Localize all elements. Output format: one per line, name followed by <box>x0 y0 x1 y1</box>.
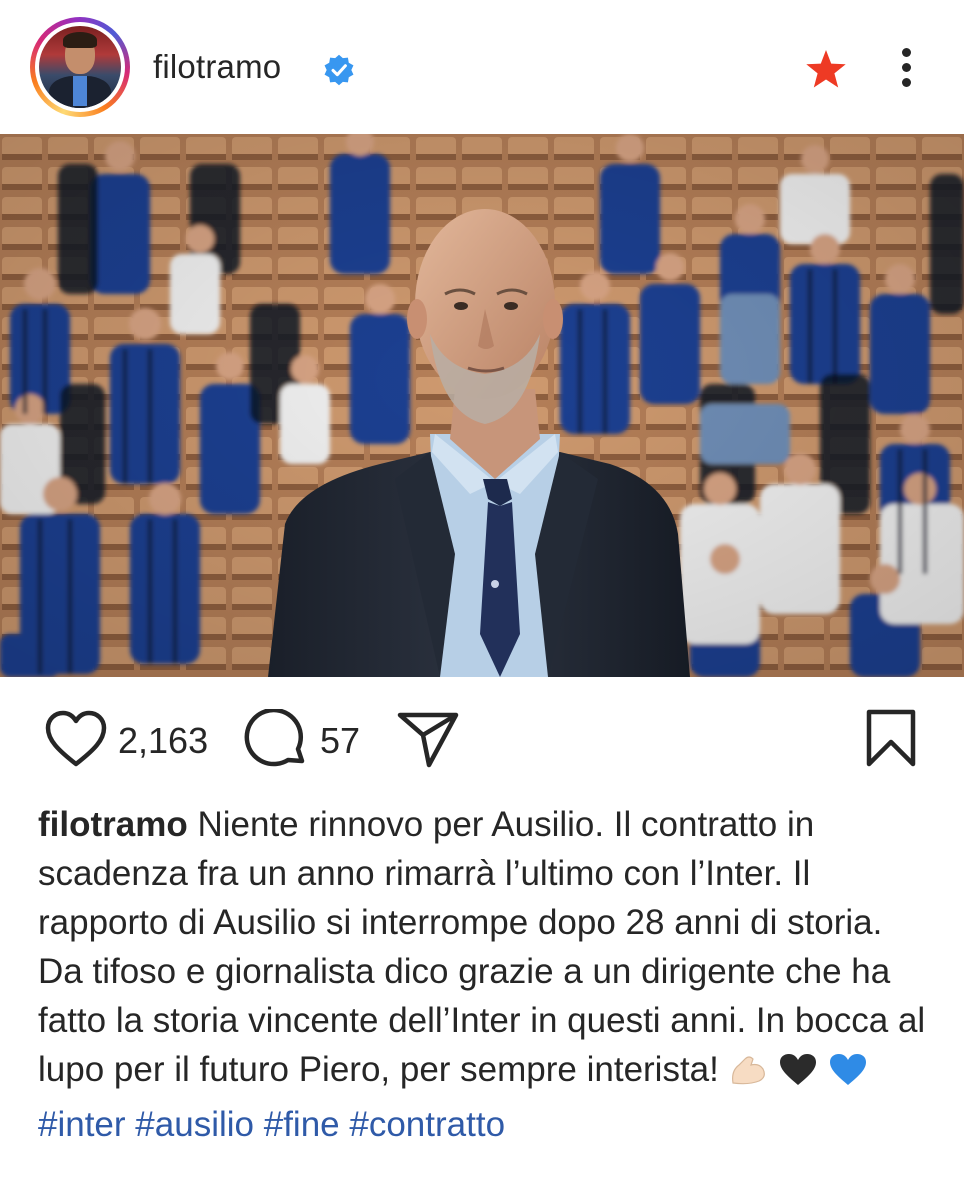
black-heart-emoji <box>778 1051 818 1100</box>
blue-heart-emoji <box>828 1051 868 1100</box>
hashtag-contratto[interactable]: #contratto <box>349 1105 505 1144</box>
hashtag-ausilio[interactable]: #ausilio <box>135 1105 254 1144</box>
avatar[interactable] <box>30 17 130 117</box>
likes-count[interactable]: 2,163 <box>118 720 208 762</box>
post-username[interactable]: filotramo <box>153 48 281 86</box>
heart-icon[interactable] <box>44 710 108 770</box>
flexed-biceps-emoji <box>729 1051 769 1100</box>
hashtag-inter[interactable]: #inter <box>38 1105 126 1144</box>
more-vertical-icon[interactable] <box>892 44 920 90</box>
hashtag-fine[interactable]: #fine <box>264 1105 340 1144</box>
share-icon[interactable] <box>396 710 460 770</box>
caption-username[interactable]: filotramo <box>38 805 188 844</box>
post-photo[interactable] <box>0 134 964 677</box>
comments-count[interactable]: 57 <box>320 720 360 762</box>
bookmark-icon[interactable] <box>864 708 918 768</box>
verified-badge-icon <box>324 54 354 86</box>
post-caption: filotramo Niente rinnovo per Ausilio. Il… <box>38 800 928 1149</box>
comment-icon[interactable] <box>244 709 310 773</box>
post-header: filotramo <box>0 0 964 134</box>
avatar-image <box>39 26 121 108</box>
post-actions: 2,163 57 <box>0 700 964 780</box>
star-icon[interactable] <box>804 48 848 90</box>
caption-text: Niente rinnovo per Ausilio. Il contratto… <box>38 805 926 1089</box>
